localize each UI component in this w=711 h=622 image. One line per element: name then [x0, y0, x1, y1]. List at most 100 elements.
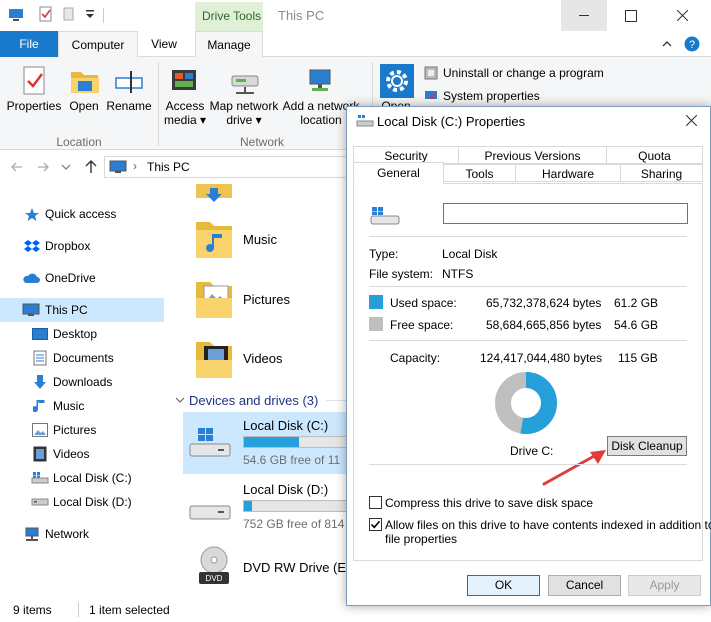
- drive-icon: [356, 115, 374, 127]
- map-network-drive-button[interactable]: Map network drive ▾: [208, 62, 280, 132]
- rename-button[interactable]: Rename: [104, 62, 154, 132]
- tab-computer[interactable]: Computer: [58, 31, 138, 57]
- devices-group-header[interactable]: Devices and drives (3): [189, 393, 318, 408]
- divider: [369, 286, 687, 287]
- used-space-size: 61.2 GB: [614, 296, 659, 310]
- customize-toolbar-icon[interactable]: [82, 6, 98, 22]
- tab-manage[interactable]: Manage: [195, 31, 263, 57]
- capacity-bytes: 124,417,044,480 bytes: [480, 351, 603, 365]
- open-settings-button[interactable]: Open: [378, 62, 416, 113]
- nav-item-this-pc[interactable]: This PC: [0, 298, 164, 322]
- type-value: Local Disk: [442, 247, 498, 261]
- apply-button[interactable]: Apply: [628, 575, 701, 596]
- network-group-label: Network: [239, 135, 284, 149]
- group-header-line: [326, 400, 346, 401]
- index-label-line-1[interactable]: Allow files on this drive to have conten…: [385, 518, 711, 532]
- address-separator-icon[interactable]: ›: [133, 159, 137, 173]
- nav-label: Local Disk (C:): [53, 471, 132, 485]
- uninstall-program-button[interactable]: Uninstall or change a program: [424, 65, 614, 81]
- nav-label: Quick access: [45, 207, 117, 221]
- drive-d-tile[interactable]: Local Disk (D:) 752 GB free of 814: [183, 478, 348, 538]
- nav-item-network[interactable]: Network: [0, 522, 164, 546]
- nav-item-local-disk-c[interactable]: Local Disk (C:): [0, 466, 164, 490]
- folder-label: Music: [243, 232, 277, 247]
- hard-drive-icon: [31, 498, 49, 506]
- drive-c-tile[interactable]: Local Disk (C:) 54.6 GB free of 11: [183, 412, 348, 474]
- folder-videos[interactable]: Videos: [190, 330, 350, 384]
- nav-item-local-disk-d[interactable]: Local Disk (D:): [0, 490, 164, 514]
- nav-item-desktop[interactable]: Desktop: [0, 322, 164, 346]
- drive-e-tile[interactable]: DVD DVD RW Drive (E:): [183, 544, 354, 594]
- forward-arrow-icon[interactable]: [36, 160, 50, 174]
- ok-button[interactable]: OK: [467, 575, 540, 596]
- status-item-count: 9 items: [13, 603, 52, 617]
- properties-icon[interactable]: [38, 6, 54, 22]
- computer-icon[interactable]: [8, 6, 24, 22]
- new-folder-icon[interactable]: [62, 6, 78, 22]
- tab-file[interactable]: File: [0, 31, 58, 57]
- close-window-button[interactable]: [653, 0, 711, 31]
- tab-hardware[interactable]: Hardware: [515, 164, 621, 182]
- cancel-button[interactable]: Cancel: [548, 575, 621, 596]
- drive-free-text: 54.6 GB free of 11: [243, 453, 341, 467]
- used-space-bytes: 65,732,378,624 bytes: [486, 296, 602, 310]
- free-space-swatch: [369, 317, 383, 331]
- free-space-size: 54.6 GB: [614, 318, 659, 332]
- drive-name: DVD RW Drive (E:): [243, 560, 354, 575]
- rename-label: Rename: [106, 99, 152, 113]
- nav-item-dropbox[interactable]: Dropbox: [0, 234, 164, 258]
- tab-general[interactable]: General: [353, 162, 444, 184]
- uninstall-icon: [424, 66, 438, 80]
- collapse-chevron-icon[interactable]: [175, 395, 185, 405]
- network-icon: [25, 527, 39, 541]
- index-checkbox[interactable]: [369, 518, 382, 531]
- this-pc-icon: [22, 303, 40, 316]
- free-space-label: Free space:: [390, 318, 454, 332]
- videos-folder-icon: [196, 342, 232, 378]
- address-path[interactable]: This PC: [147, 160, 190, 174]
- window-title: This PC: [278, 8, 325, 23]
- nav-item-onedrive[interactable]: OneDrive: [0, 266, 164, 290]
- address-field[interactable]: › This PC: [104, 156, 354, 178]
- folder-music[interactable]: Music: [190, 212, 350, 264]
- drive-name-input[interactable]: [443, 203, 688, 224]
- status-separator: [78, 602, 79, 617]
- system-properties-button[interactable]: System properties: [424, 88, 564, 104]
- back-arrow-icon[interactable]: [10, 160, 24, 174]
- nav-item-music[interactable]: Music: [0, 394, 164, 418]
- help-icon[interactable]: ?: [684, 36, 700, 52]
- divider: [369, 464, 687, 465]
- downloads-folder-icon[interactable]: [196, 184, 232, 204]
- up-arrow-icon[interactable]: [84, 159, 98, 175]
- tab-tools[interactable]: Tools: [443, 164, 516, 182]
- nav-item-downloads[interactable]: Downloads: [0, 370, 164, 394]
- nav-label: Dropbox: [45, 239, 91, 253]
- location-group-label: Location: [56, 135, 102, 149]
- disk-cleanup-button[interactable]: Disk Cleanup: [607, 436, 687, 456]
- nav-item-videos[interactable]: Videos: [0, 442, 164, 466]
- recent-locations-chevron-icon[interactable]: [60, 161, 72, 173]
- access-media-button[interactable]: Access media ▾: [162, 62, 208, 132]
- tab-previous-versions[interactable]: Previous Versions: [458, 146, 607, 164]
- nav-item-pictures[interactable]: Pictures: [0, 418, 164, 442]
- tab-view[interactable]: View: [140, 31, 188, 57]
- windows-drive-icon: [189, 428, 231, 457]
- nav-item-documents[interactable]: Documents: [0, 346, 164, 370]
- properties-button[interactable]: Properties: [4, 62, 64, 132]
- nav-label: Music: [53, 399, 85, 413]
- nav-item-quick-access[interactable]: Quick access: [0, 202, 164, 226]
- compress-checkbox[interactable]: [369, 496, 382, 509]
- expand-ribbon-icon[interactable]: [661, 38, 673, 50]
- index-label-line-2[interactable]: file properties: [385, 532, 457, 546]
- type-label: Type:: [369, 247, 399, 261]
- folder-pictures[interactable]: Pictures: [190, 270, 350, 324]
- maximize-button[interactable]: [607, 0, 653, 31]
- tab-sharing[interactable]: Sharing: [620, 164, 703, 182]
- minimize-button[interactable]: [561, 0, 607, 31]
- download-arrow-icon: [34, 375, 46, 389]
- open-button[interactable]: Open: [64, 62, 104, 132]
- tab-quota[interactable]: Quota: [606, 146, 703, 164]
- dialog-close-icon[interactable]: [686, 115, 697, 126]
- compress-label[interactable]: Compress this drive to save disk space: [385, 496, 593, 510]
- status-selected: 1 item selected: [89, 603, 170, 617]
